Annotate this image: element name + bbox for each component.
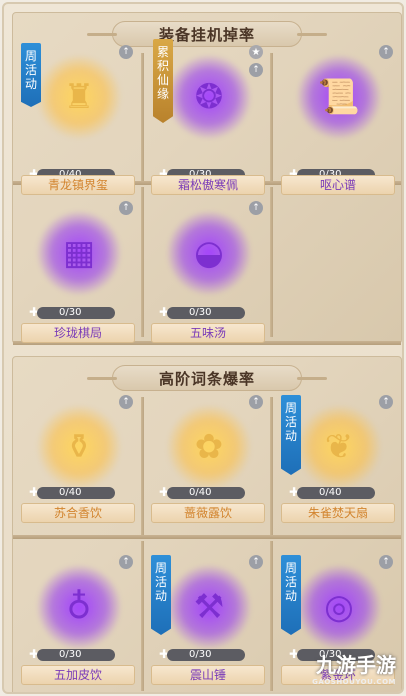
- item-card[interactable]: ▦ ↑ ✚ 0/30 珍珑棋局: [17, 193, 139, 345]
- ring-icon: ◎: [324, 587, 354, 627]
- upgrade-icon[interactable]: ↑: [249, 63, 263, 77]
- fan-icon: ❦: [324, 427, 354, 467]
- site-watermark: 九游手游 GAOSHOUYOU.COM: [312, 649, 396, 686]
- chessboard-icon: ▦: [62, 233, 96, 273]
- wine-bottle-icon: ⚱: [64, 427, 94, 467]
- weekly-activity-badge: 周活动: [281, 395, 301, 475]
- progress-bar: 0/30: [167, 649, 245, 661]
- watermark-url: GAOSHOUYOU.COM: [312, 678, 396, 686]
- item-card[interactable]: 📜 ↑ ✚ 0/30 呕心谱: [277, 37, 399, 195]
- item-name: 青龙镇界玺: [21, 175, 135, 195]
- high-tier-affix-section: 高阶词条爆率 ⚱ ↑ ✚ 0/40 苏合香饮 ✿ ↑ ✚ 0/40 蔷薇露饮 ❦: [12, 356, 402, 692]
- star-icon[interactable]: ★: [249, 45, 263, 59]
- upgrade-icon[interactable]: ↑: [249, 201, 263, 215]
- item-name: 朱雀焚天扇: [281, 503, 395, 523]
- item-card[interactable]: ❦ 周活动 ↑ ✚ 0/40 朱雀焚天扇: [277, 387, 399, 539]
- item-name: 霜松傲寒佩: [151, 175, 265, 195]
- pendant-icon: ❂: [194, 77, 224, 117]
- upgrade-icon[interactable]: ↑: [379, 555, 393, 569]
- upgrade-icon[interactable]: ↑: [379, 45, 393, 59]
- item-card[interactable]: ♁ ↑ ✚ 0/30 五加皮饮: [17, 547, 139, 692]
- upgrade-icon[interactable]: ↑: [119, 45, 133, 59]
- upgrade-icon[interactable]: ↑: [249, 555, 263, 569]
- item-name: 苏合香饮: [21, 503, 135, 523]
- equipment-drop-section: 装备挂机掉率 ♜ 周活动 ↑ ✚ 0/40 青龙镇界玺 ❂ 累积仙缘 ★ ↑ ✚…: [12, 12, 402, 345]
- scroll-icon: 📜: [317, 77, 361, 117]
- flower-bowl-icon: ✿: [194, 427, 224, 467]
- watermark-title: 九游手游: [316, 653, 396, 677]
- item-name: 五加皮饮: [21, 665, 135, 685]
- item-card[interactable]: ⚱ ↑ ✚ 0/40 苏合香饮: [17, 387, 139, 539]
- gourd-icon: ♁: [66, 587, 92, 627]
- item-name: 呕心谱: [281, 175, 395, 195]
- item-name: 五味汤: [151, 323, 265, 343]
- drop-rate-panel: 装备挂机掉率 ♜ 周活动 ↑ ✚ 0/40 青龙镇界玺 ❂ 累积仙缘 ★ ↑ ✚…: [2, 2, 404, 694]
- progress-bar: 0/30: [37, 307, 115, 319]
- upgrade-icon[interactable]: ↑: [249, 395, 263, 409]
- item-card[interactable]: ❂ 累积仙缘 ★ ↑ ✚ 0/30 霜松傲寒佩: [147, 37, 269, 195]
- accumulated-fate-badge: 累积仙缘: [153, 39, 173, 123]
- upgrade-icon[interactable]: ↑: [119, 201, 133, 215]
- soup-bowl-icon: ◒: [194, 233, 224, 273]
- item-card[interactable]: ⚒ 周活动 ↑ ✚ 0/30 震山锤: [147, 547, 269, 692]
- hammer-icon: ⚒: [193, 587, 225, 627]
- item-card[interactable]: ◒ ↑ ✚ 0/30 五味汤: [147, 193, 269, 345]
- item-card[interactable]: ♜ 周活动 ↑ ✚ 0/40 青龙镇界玺: [17, 37, 139, 195]
- upgrade-icon[interactable]: ↑: [119, 395, 133, 409]
- progress-bar: 0/30: [37, 649, 115, 661]
- upgrade-icon[interactable]: ↑: [379, 395, 393, 409]
- progress-bar: 0/40: [37, 487, 115, 499]
- progress-bar: 0/40: [167, 487, 245, 499]
- weekly-activity-badge: 周活动: [281, 555, 301, 635]
- progress-bar: 0/30: [167, 307, 245, 319]
- weekly-activity-badge: 周活动: [151, 555, 171, 635]
- progress-bar: 0/40: [297, 487, 375, 499]
- item-name: 珍珑棋局: [21, 323, 135, 343]
- upgrade-icon[interactable]: ↑: [119, 555, 133, 569]
- seal-icon: ♜: [63, 77, 95, 117]
- weekly-activity-badge: 周活动: [21, 43, 41, 107]
- item-name: 震山锤: [151, 665, 265, 685]
- item-card[interactable]: ✿ ↑ ✚ 0/40 蔷薇露饮: [147, 387, 269, 539]
- item-name: 蔷薇露饮: [151, 503, 265, 523]
